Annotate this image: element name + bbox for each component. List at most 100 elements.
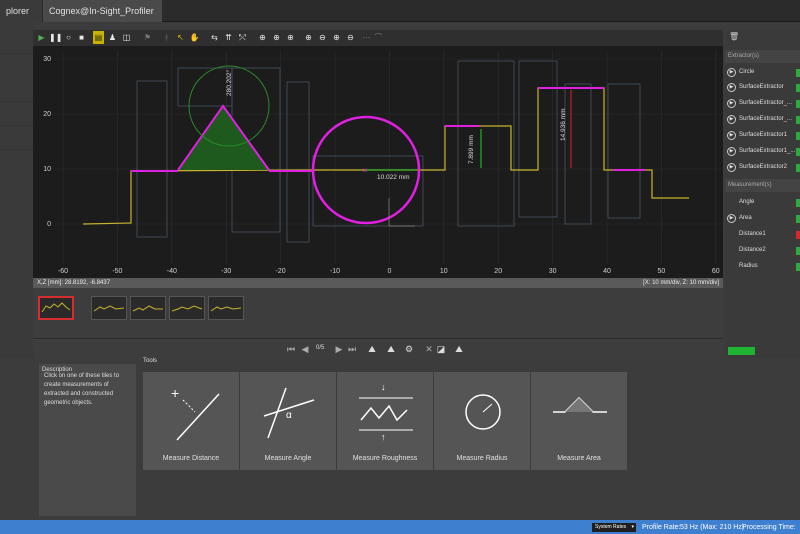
arrows-up-icon[interactable]: ⇈ — [223, 31, 234, 44]
tool-measure-roughness[interactable]: ↓ ↑ Measure Roughness — [337, 372, 434, 470]
tab-profiler-label: Cognex@In-Sight_Profiler — [49, 6, 154, 16]
profile-rate-value: 53 Hz (Max: 210 Hz) — [680, 524, 745, 531]
tab-profiler[interactable]: Cognex@In-Sight_Profiler✕ — [43, 0, 162, 38]
settings-icon[interactable]: ⚙ — [403, 343, 415, 355]
first-icon[interactable]: ⏮ — [285, 343, 297, 355]
person-icon[interactable]: ♟ — [107, 31, 118, 44]
extractor-item[interactable]: ▶ SurfaceExtractor1 — [725, 128, 800, 143]
extractor-label: Circle — [739, 69, 755, 75]
left-panel-row — [0, 78, 33, 102]
measurement-item[interactable]: Radius — [725, 259, 800, 274]
scale-readout: [X: 10 mm/div, Z: 10 mm/div] — [643, 280, 719, 286]
thumbnail[interactable] — [208, 296, 244, 320]
left-panel-row — [0, 102, 33, 126]
extractor-label: SurfaceExtractor_... — [739, 116, 793, 122]
thumbnail[interactable] — [130, 296, 166, 320]
y-tick-label: 0 — [47, 221, 51, 228]
zoom-out-icon[interactable]: ⊖ — [317, 31, 328, 44]
x-tick-label: 30 — [549, 268, 557, 275]
measure-area-icon — [553, 396, 607, 413]
plot-status-bar: X,Z [mm]: 28.8192, -6.8437 [X: 10 mm/div… — [33, 278, 723, 288]
profile-counter: 0/5 — [316, 345, 325, 351]
tool-measure-radius[interactable]: Measure Radius — [434, 372, 531, 470]
thumbnail[interactable] — [38, 296, 74, 320]
last-icon[interactable]: ⏭ — [346, 343, 358, 355]
measurement-item[interactable]: ▶ Area — [725, 211, 800, 226]
rates-dropdown[interactable]: System Rates ▾ — [592, 523, 636, 532]
tab-explorer[interactable]: plorer 7.1.1 — [0, 0, 42, 38]
zoom-fit-icon[interactable]: ⊕ — [303, 31, 314, 44]
tool-measure-distance[interactable]: + Measure Distance — [143, 372, 240, 470]
progress-indicator — [728, 347, 755, 355]
x-tick-label: -20 — [276, 268, 286, 275]
rates-dropdown-label: System Rates — [595, 524, 627, 530]
hand-icon[interactable]: ✋ — [189, 31, 200, 44]
x-tick-label: 40 — [603, 268, 611, 275]
measurement-label: Area — [739, 215, 752, 221]
x-tick-label: -60 — [58, 268, 68, 275]
pause-icon[interactable]: ❚❚ — [49, 31, 62, 44]
zoom-reset-icon[interactable]: ⊖ — [345, 31, 356, 44]
camera-icon[interactable]: ■ — [76, 31, 87, 44]
extractor-item[interactable]: ▶ SurfaceExtractor2 — [725, 160, 800, 175]
capture-icon[interactable]: ◪ — [435, 343, 447, 355]
zoom-in-icon[interactable]: ⊕ — [257, 31, 268, 44]
zoom-y-icon[interactable]: ⊕ — [285, 31, 296, 44]
tools-title: Tools — [143, 358, 158, 364]
arrows-split-icon[interactable]: ⤲ — [237, 31, 248, 44]
x-tick-label: 0 — [387, 268, 391, 275]
extractor-item[interactable]: ▶ Circle — [725, 65, 800, 80]
extractor-item[interactable]: ▶ SurfaceExtractor1_... — [725, 144, 800, 159]
next-icon[interactable]: ▶ — [333, 343, 345, 355]
extractor-item[interactable]: ▶ SurfaceExtractor_... — [725, 96, 800, 111]
zoom-x-icon[interactable]: ⊕ — [271, 31, 282, 44]
step1-label: 7.899 mm — [468, 135, 475, 164]
x-tick-label: -50 — [112, 268, 122, 275]
profile-plot[interactable]: -60 -50 -40 -30 -20 -10 0 10 20 30 40 50 60 30 20 10 0 … — [33, 46, 723, 278]
description-text: Click on one of these tiles to create me… — [44, 373, 120, 406]
export-icon[interactable]: ▤ — [93, 31, 104, 44]
extractor-label: SurfaceExtractor1 — [739, 132, 788, 138]
measure-distance-icon: + — [171, 385, 220, 441]
x-tick-label: -30 — [221, 268, 231, 275]
extractor-item[interactable]: ▶ SurfaceExtractor — [725, 80, 800, 95]
zoom-region-icon[interactable]: ⊕ — [331, 31, 342, 44]
thumbnail[interactable] — [91, 296, 127, 320]
arrows-horizontal-icon[interactable]: ⇆ — [209, 31, 220, 44]
y-tick-label: 10 — [43, 166, 51, 173]
measurement-item[interactable]: Angle — [725, 195, 800, 210]
processing-time-label: Processing Time: — [742, 524, 796, 531]
record-icon[interactable]: ○ — [63, 31, 74, 44]
pointer-icon[interactable]: ↖ — [175, 31, 186, 44]
pin-icon[interactable]: ᚼ — [161, 31, 172, 44]
measurements-header: Measurement(s) — [725, 179, 800, 192]
tool-measure-area[interactable]: Measure Area — [531, 372, 628, 470]
panel-icon[interactable]: ◫ — [121, 31, 132, 44]
play-icon[interactable]: ▶ — [36, 31, 47, 44]
tool-measure-angle[interactable]: α Measure Angle — [240, 372, 337, 470]
extractor-item[interactable]: ▶ SurfaceExtractor_... — [725, 112, 800, 127]
right-panel: 🗑 Extractor(s) ▶ Circle ▶ SurfaceExtractor… — [725, 30, 800, 358]
thumbnail[interactable] — [169, 296, 205, 320]
profile-add-icon[interactable]: ⛰ — [453, 343, 465, 355]
profile-thumbnails — [33, 288, 723, 338]
profile-navigator: ⏮ ◀ 0/5 ▶ ⏭ ⛰ ⛰ ⚙ ✕ ◪ ⛰ — [33, 338, 723, 358]
profile-alt-icon[interactable]: ⛰ — [385, 343, 397, 355]
bracket-icon[interactable]: ⌒ — [373, 31, 384, 44]
measurement-item[interactable]: Distance2 — [725, 243, 800, 258]
angle-label: 280.202° — [225, 70, 233, 96]
measure-radius-icon — [465, 394, 501, 430]
trash-icon[interactable]: 🗑 — [729, 32, 739, 41]
measure-angle-icon: α — [263, 387, 315, 439]
flag-icon[interactable]: ⚑ — [142, 31, 153, 44]
x-tick-label: -10 — [330, 268, 340, 275]
measurement-item[interactable]: Distance1 — [725, 227, 800, 242]
profile-icon[interactable]: ⛰ — [366, 343, 378, 355]
prev-icon[interactable]: ◀ — [299, 343, 311, 355]
triangle-fill — [178, 106, 269, 170]
extractor-label: SurfaceExtractor — [739, 84, 784, 90]
y-tick-label: 20 — [43, 111, 51, 118]
delete-icon[interactable]: ✕ — [423, 343, 435, 355]
x-tick-label: 50 — [658, 268, 666, 275]
dash-icon[interactable]: ⋯ — [361, 31, 372, 44]
